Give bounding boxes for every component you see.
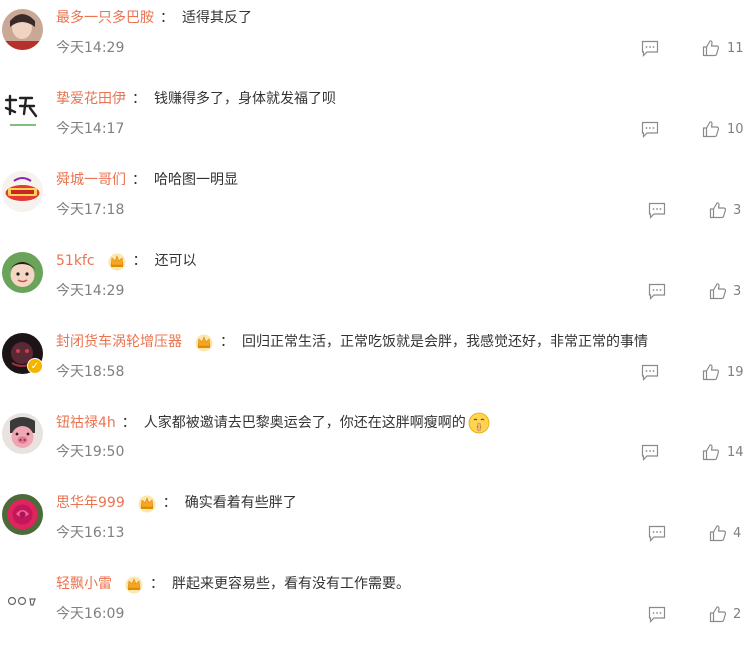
avatar[interactable] xyxy=(2,252,43,293)
avatar[interactable] xyxy=(2,90,43,131)
reply-icon[interactable] xyxy=(641,364,659,381)
verified-badge-icon: ✓ xyxy=(27,358,43,374)
separator-colon: ： xyxy=(132,172,146,188)
comment-item: 51kfc ： 还可以 今天14:29 3 xyxy=(0,243,744,323)
comment-time: 今天14:17 xyxy=(56,121,125,137)
like-thumb-icon[interactable] xyxy=(702,39,720,57)
username-link[interactable]: 51kfc xyxy=(56,251,95,271)
username-link[interactable]: 封闭货车涡轮增压器 xyxy=(56,332,182,352)
like-count: 2 xyxy=(733,607,742,622)
avatar-sketch-icon xyxy=(2,575,43,616)
separator-colon: ： xyxy=(162,495,177,511)
separator-colon: ： xyxy=(132,253,147,269)
reply-icon[interactable] xyxy=(648,202,666,219)
avatar[interactable] xyxy=(2,494,43,535)
like-thumb-icon[interactable] xyxy=(709,201,727,219)
comment-time: 今天17:18 xyxy=(56,202,125,218)
like-count: 3 xyxy=(733,284,742,299)
comment-text: 还可以 xyxy=(154,253,197,269)
crown-badge-icon xyxy=(125,576,143,594)
avatar[interactable] xyxy=(2,171,43,212)
crown-badge-icon xyxy=(138,495,156,513)
separator-colon: ： xyxy=(150,576,164,592)
like-thumb-icon[interactable] xyxy=(702,120,720,138)
reply-icon[interactable] xyxy=(641,121,659,138)
comment-time: 今天16:13 xyxy=(56,525,125,541)
like-count: 14 xyxy=(727,445,744,460)
comment-time: 今天18:58 xyxy=(56,364,125,380)
crown-badge-icon xyxy=(195,334,213,352)
reply-icon[interactable] xyxy=(648,283,666,300)
shush-emoji-icon xyxy=(468,412,490,434)
username-link[interactable]: 轻飘小雷 xyxy=(56,574,112,594)
avatar-rose-icon xyxy=(2,494,43,535)
separator-colon: ： xyxy=(121,415,136,431)
like-thumb-icon[interactable] xyxy=(702,443,720,461)
comment-text: 回归正常生活，正常吃饭就是会胖，我感觉还好，非常正常的事情 xyxy=(242,334,648,350)
avatar-logo-icon xyxy=(2,171,43,212)
comment-text: 确实看着有些胖了 xyxy=(184,495,297,511)
comment-time: 今天14:29 xyxy=(56,40,125,56)
comment-item: 轻飘小雷 ： 胖起来更容易些，看有没有工作需要。 今天16:09 2 xyxy=(0,566,744,646)
username-link[interactable]: 思华年999 xyxy=(56,493,125,513)
comment-text: 钱赚得多了，身体就发福了呗 xyxy=(154,91,336,107)
like-count: 19 xyxy=(727,365,744,380)
comment-item: 钮祜禄4h ： 人家都被邀请去巴黎奥运会了，你还在这胖啊瘦啊的 今天19:50 … xyxy=(0,404,744,484)
username-link[interactable]: 钮祜禄4h xyxy=(56,413,116,433)
comment-text: 人家都被邀请去巴黎奥运会了，你还在这胖啊瘦啊的 xyxy=(143,415,466,431)
avatar-calligraphy-icon xyxy=(2,90,43,131)
comment-item: 舜城一哥们 ： 哈哈图一明显 今天17:18 3 xyxy=(0,162,744,242)
like-thumb-icon[interactable] xyxy=(709,605,727,623)
comment-item: ✓ 封闭货车涡轮增压器 ： 回归正常生活，正常吃饭就是会胖，我感觉还好，非常正常… xyxy=(0,324,744,404)
separator-colon: ： xyxy=(132,91,146,107)
avatar[interactable] xyxy=(2,575,43,616)
reply-icon[interactable] xyxy=(641,40,659,57)
like-thumb-icon[interactable] xyxy=(709,282,727,300)
username-link[interactable]: 舜城一哥们 xyxy=(56,170,126,190)
comment-item: 最多一只多巴胺 ： 适得其反了 今天14:29 11 xyxy=(0,0,744,80)
like-count: 3 xyxy=(733,203,742,218)
avatar-pig-icon xyxy=(2,413,43,454)
like-thumb-icon[interactable] xyxy=(702,363,720,381)
comment-text: 哈哈图一明显 xyxy=(154,172,238,188)
avatar-child-icon xyxy=(2,252,43,293)
like-count: 4 xyxy=(733,526,742,541)
avatar-face-icon xyxy=(2,9,43,50)
comment-time: 今天19:50 xyxy=(56,444,125,460)
like-count: 11 xyxy=(727,41,744,56)
username-link[interactable]: 挚爱花田伊 xyxy=(56,89,126,109)
separator-colon: ： xyxy=(220,334,234,350)
comment-text: 胖起来更容易些，看有没有工作需要。 xyxy=(172,576,410,592)
comment-item: 挚爱花田伊 ： 钱赚得多了，身体就发福了呗 今天14:17 10 xyxy=(0,81,744,161)
comment-time: 今天14:29 xyxy=(56,283,125,299)
comment-time: 今天16:09 xyxy=(56,606,125,622)
avatar[interactable] xyxy=(2,413,43,454)
like-count: 10 xyxy=(727,122,744,137)
reply-icon[interactable] xyxy=(641,444,659,461)
comment-text: 适得其反了 xyxy=(182,10,252,26)
reply-icon[interactable] xyxy=(648,525,666,542)
comment-item: 思华年999 ： 确实看着有些胖了 今天16:13 4 xyxy=(0,485,744,565)
like-thumb-icon[interactable] xyxy=(709,524,727,542)
separator-colon: ： xyxy=(160,10,174,26)
avatar[interactable] xyxy=(2,9,43,50)
reply-icon[interactable] xyxy=(648,606,666,623)
username-link[interactable]: 最多一只多巴胺 xyxy=(56,8,154,28)
crown-badge-icon xyxy=(108,253,126,271)
